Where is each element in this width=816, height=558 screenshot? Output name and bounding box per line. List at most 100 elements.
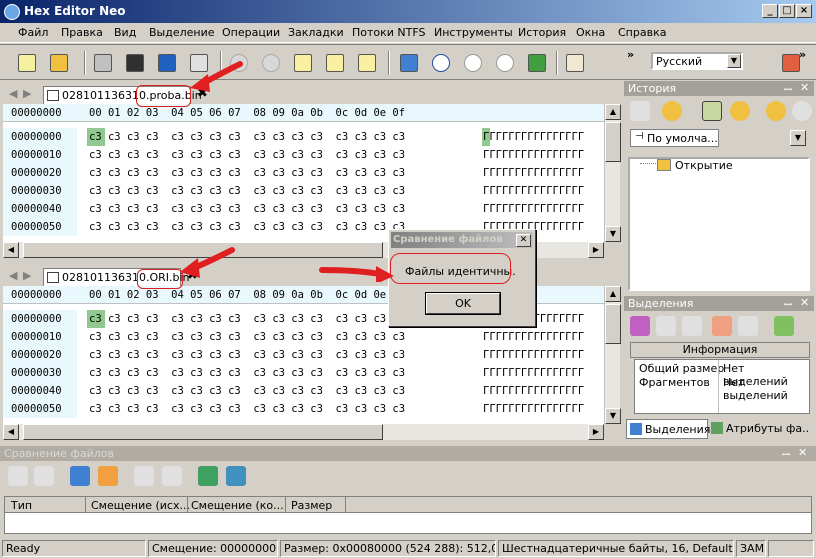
hex-row-bytes[interactable]: c3 c3 c3 c3 c3 c3 c3 c3 c3 c3 c3 c3 c3 c… bbox=[89, 128, 405, 146]
redo-icon[interactable] bbox=[258, 51, 284, 75]
history-add-icon[interactable] bbox=[766, 101, 786, 121]
new-file-icon[interactable] bbox=[14, 51, 40, 75]
history-remove-icon[interactable] bbox=[792, 101, 812, 121]
hex-row-bytes[interactable]: c3 c3 c3 c3 c3 c3 c3 c3 c3 c3 c3 c3 c3 c… bbox=[89, 400, 405, 418]
hex-row-bytes[interactable]: c3 c3 c3 c3 c3 c3 c3 c3 c3 c3 c3 c3 c3 c… bbox=[89, 382, 405, 400]
selection-invert-icon[interactable] bbox=[738, 316, 758, 336]
tab-scroll-left-icon[interactable]: ◀ bbox=[9, 269, 17, 282]
menu-selection[interactable]: Выделение bbox=[149, 26, 215, 39]
hex-row-bytes[interactable]: c3 c3 c3 c3 c3 c3 c3 c3 c3 c3 c3 c3 c3 c… bbox=[89, 218, 405, 236]
column-offset-target[interactable]: Смещение (ко... bbox=[191, 499, 284, 512]
tab-file-attributes[interactable]: Атрибуты фа... bbox=[708, 419, 808, 439]
hex-row-ascii[interactable]: ГГГГГГГГГГГГГГГГ bbox=[483, 346, 584, 364]
pin-icon[interactable]: ꟷ bbox=[784, 82, 792, 96]
hex-row-ascii[interactable]: ГГГГГГГГГГГГГГГГ bbox=[483, 146, 584, 164]
tree-item-open[interactable]: Открытие bbox=[675, 159, 733, 172]
ok-button[interactable]: OK bbox=[425, 292, 501, 315]
compare-save-icon[interactable] bbox=[34, 466, 54, 486]
hex-row[interactable]: 00000020 c3 c3 c3 c3 c3 c3 c3 c3 c3 c3 c3… bbox=[3, 164, 604, 182]
compare-next-icon[interactable] bbox=[162, 466, 182, 486]
history-state-icon[interactable] bbox=[702, 101, 722, 121]
hex-row[interactable]: 00000010 c3 c3 c3 c3 c3 c3 c3 c3 c3 c3 c3… bbox=[3, 146, 604, 164]
hscroll-thumb[interactable] bbox=[23, 424, 383, 440]
compare-export-icon[interactable] bbox=[226, 466, 246, 486]
menu-help[interactable]: Справка bbox=[618, 26, 666, 39]
hex-view-1[interactable]: 00000000 00 01 02 03 04 05 06 07 08 09 0… bbox=[3, 104, 604, 242]
maximize-button[interactable]: □ bbox=[779, 4, 795, 18]
hex-row-ascii[interactable]: ГГГГГГГГГГГГГГГГ bbox=[483, 128, 584, 146]
chevron-down-icon[interactable]: ▼ bbox=[790, 130, 806, 146]
editor2-vscrollbar[interactable]: ▲ ▼ bbox=[604, 286, 621, 424]
history-branch-icon[interactable] bbox=[730, 101, 750, 121]
scroll-left-icon[interactable]: ◀ bbox=[3, 424, 19, 440]
chevron-down-icon[interactable]: ▼ bbox=[727, 54, 741, 68]
selection-union-icon[interactable] bbox=[682, 316, 702, 336]
find-next-icon[interactable] bbox=[460, 51, 486, 75]
scroll-thumb[interactable] bbox=[605, 304, 621, 344]
compare-open-icon[interactable] bbox=[8, 466, 28, 486]
compare-prev-icon[interactable] bbox=[134, 466, 154, 486]
hex-row-ascii[interactable]: ГГГГГГГГГГГГГГГГ bbox=[483, 400, 584, 418]
pin-icon[interactable]: ꟷ bbox=[782, 447, 790, 461]
tool-icon[interactable] bbox=[778, 51, 804, 75]
hex-row[interactable]: 00000010 c3 c3 c3 c3 c3 c3 c3 c3 c3 c3 c3… bbox=[3, 328, 604, 346]
edit-icon[interactable] bbox=[290, 51, 316, 75]
find-prev-icon[interactable] bbox=[492, 51, 518, 75]
menu-operations[interactable]: Операции bbox=[222, 26, 280, 39]
hex-row-ascii[interactable]: ГГГГГГГГГГГГГГГГ bbox=[483, 382, 584, 400]
scroll-up-icon[interactable]: ▲ bbox=[605, 286, 621, 302]
dialog-close-button[interactable]: ✕ bbox=[516, 234, 531, 247]
hex-row-ascii[interactable]: ГГГГГГГГГГГГГГГГ bbox=[483, 364, 584, 382]
tab-scroll-right-icon[interactable]: ▶ bbox=[23, 269, 31, 282]
selection-apply-icon[interactable] bbox=[774, 316, 794, 336]
column-type[interactable]: Тип bbox=[11, 499, 32, 512]
compare-start-icon[interactable] bbox=[70, 466, 90, 486]
hex-row-bytes[interactable]: c3 c3 c3 c3 c3 c3 c3 c3 c3 c3 c3 c3 c3 c… bbox=[89, 328, 405, 346]
hex-row-bytes[interactable]: c3 c3 c3 c3 c3 c3 c3 c3 c3 c3 c3 c3 c3 c… bbox=[89, 200, 405, 218]
tab-selections[interactable]: Выделения bbox=[626, 419, 710, 439]
save-all-icon[interactable] bbox=[154, 51, 180, 75]
hex-row[interactable]: 00000040 c3 c3 c3 c3 c3 c3 c3 c3 c3 c3 c3… bbox=[3, 382, 604, 400]
history-clock-icon[interactable] bbox=[662, 101, 682, 121]
compare-sync-icon[interactable] bbox=[198, 466, 218, 486]
panel-close-icon[interactable]: ✕ bbox=[800, 81, 809, 94]
menu-file[interactable]: Файл bbox=[18, 26, 48, 39]
language-select[interactable]: Русский ▼ bbox=[651, 52, 743, 70]
hex-row[interactable]: 00000050 c3 c3 c3 c3 c3 c3 c3 c3 c3 c3 c3… bbox=[3, 400, 604, 418]
panel-close-icon[interactable]: ✕ bbox=[800, 296, 809, 309]
save-as-icon[interactable] bbox=[122, 51, 148, 75]
scroll-left-icon[interactable]: ◀ bbox=[3, 242, 19, 258]
scroll-thumb[interactable] bbox=[605, 122, 621, 162]
hex-row[interactable]: 00000040 c3 c3 c3 c3 c3 c3 c3 c3 c3 c3 c3… bbox=[3, 200, 604, 218]
menu-tools[interactable]: Инструменты bbox=[434, 26, 513, 39]
hex-row-bytes[interactable]: c3 c3 c3 c3 c3 c3 c3 c3 c3 c3 c3 c3 c3 c… bbox=[89, 364, 405, 382]
tab-scroll-left-icon[interactable]: ◀ bbox=[9, 87, 17, 100]
toolbar-overflow-icon[interactable]: » bbox=[627, 48, 634, 61]
menu-bookmarks[interactable]: Закладки bbox=[288, 26, 344, 39]
editor1-vscrollbar[interactable]: ▲ ▼ bbox=[604, 104, 621, 242]
history-back-icon[interactable] bbox=[630, 101, 650, 121]
hex-row-bytes[interactable]: c3 c3 c3 c3 c3 c3 c3 c3 c3 c3 c3 c3 c3 c… bbox=[89, 182, 405, 200]
pin-icon[interactable]: ꟷ bbox=[784, 297, 792, 311]
hex-row-bytes[interactable]: c3 c3 c3 c3 c3 c3 c3 c3 c3 c3 c3 c3 c3 c… bbox=[89, 310, 405, 328]
tab-scroll-right-icon[interactable]: ▶ bbox=[23, 87, 31, 100]
panel-close-icon[interactable]: ✕ bbox=[798, 446, 807, 459]
scroll-down-icon[interactable]: ▼ bbox=[605, 408, 621, 424]
save-icon[interactable] bbox=[90, 51, 116, 75]
selection-grid-icon[interactable] bbox=[630, 316, 650, 336]
hex-row-bytes[interactable]: c3 c3 c3 c3 c3 c3 c3 c3 c3 c3 c3 c3 c3 c… bbox=[89, 164, 405, 182]
selection-intersect-icon[interactable] bbox=[712, 316, 732, 336]
hex-row[interactable]: 00000020 c3 c3 c3 c3 c3 c3 c3 c3 c3 c3 c3… bbox=[3, 346, 604, 364]
close-button[interactable]: × bbox=[796, 4, 812, 18]
hex-row-ascii[interactable]: ГГГГГГГГГГГГГГГГ bbox=[483, 200, 584, 218]
history-state-tab[interactable]: ⊣ По умолча... bbox=[630, 129, 719, 147]
column-offset-source[interactable]: Смещение (исх... bbox=[91, 499, 190, 512]
hex-row[interactable]: 00000000 c3 c3 c3 c3 c3 c3 c3 c3 c3 c3 c3… bbox=[3, 128, 604, 146]
menu-history[interactable]: История bbox=[518, 26, 566, 39]
scroll-right-icon[interactable]: ▶ bbox=[588, 424, 604, 440]
scroll-up-icon[interactable]: ▲ bbox=[605, 104, 621, 120]
menu-view[interactable]: Вид bbox=[114, 26, 136, 39]
hex-row-bytes[interactable]: c3 c3 c3 c3 c3 c3 c3 c3 c3 c3 c3 c3 c3 c… bbox=[89, 146, 405, 164]
editor2-hscrollbar[interactable]: ◀ ▶ bbox=[3, 424, 604, 440]
hex-row[interactable]: 00000030 c3 c3 c3 c3 c3 c3 c3 c3 c3 c3 c3… bbox=[3, 182, 604, 200]
